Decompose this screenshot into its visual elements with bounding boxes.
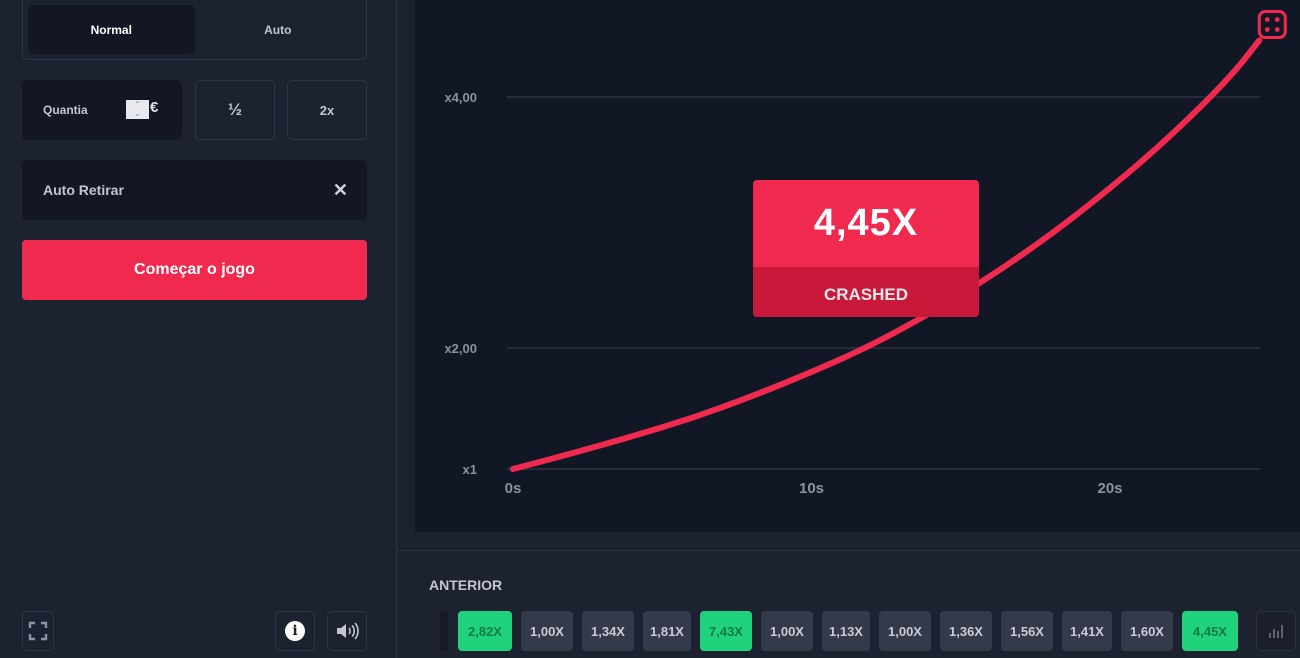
amount-field: Quantia ⌃ ⌄ € <box>22 80 182 140</box>
history-chip[interactable]: 1,56X <box>1001 611 1053 651</box>
half-amount-button[interactable]: ½ <box>195 80 275 140</box>
history-scroll-edge[interactable] <box>440 611 448 651</box>
history-chip[interactable]: 1,00X <box>521 611 573 651</box>
history-chip[interactable]: 2,82X <box>458 611 512 651</box>
history-chip[interactable]: 7,43X <box>700 611 752 651</box>
marker-dot <box>1264 27 1270 32</box>
marker-dot <box>1274 27 1280 32</box>
amount-label: Quantia <box>43 103 88 117</box>
y-tick-label: x2,00 <box>444 341 477 356</box>
double-amount-button[interactable]: 2x <box>287 80 367 140</box>
x-tick-label: 20s <box>1097 480 1122 497</box>
history-chip[interactable]: 1,34X <box>582 611 634 651</box>
history-chip[interactable]: 1,36X <box>940 611 992 651</box>
rocket-marker-icon <box>1257 10 1287 40</box>
bet-panel: Normal Auto Quantia ⌃ ⌄ € ½ 2x Auto Retir… <box>0 0 397 658</box>
history-chip[interactable]: 4,45X <box>1182 611 1238 651</box>
amount-input[interactable] <box>126 100 149 119</box>
marker-dot <box>1264 17 1270 22</box>
tab-normal[interactable]: Normal <box>28 5 195 54</box>
sound-button[interactable] <box>327 611 367 651</box>
fullscreen-icon <box>28 621 48 641</box>
bar-chart-icon <box>1269 633 1271 638</box>
history-list: 2,82X 1,00X 1,34X 1,81X 7,43X 1,00X 1,13X 1,00X… <box>458 611 1238 651</box>
stats-button[interactable] <box>1256 611 1296 651</box>
history-title: ANTERIOR <box>429 577 503 593</box>
close-icon[interactable]: ✕ <box>333 180 348 201</box>
bar-chart-icon-bar <box>1273 629 1275 638</box>
x-tick-label: 0s <box>505 480 522 497</box>
history-chip[interactable]: 1,00X <box>761 611 813 651</box>
y-tick-label: x4,00 <box>444 90 477 105</box>
history-chip[interactable]: 1,00X <box>879 611 931 651</box>
history-chip[interactable]: 1,13X <box>822 611 870 651</box>
auto-cashout-label: Auto Retirar <box>43 182 124 198</box>
bar-chart-icon-bar <box>1277 631 1279 638</box>
auto-cashout-field[interactable]: Auto Retirar ✕ <box>22 160 367 220</box>
y-tick-label: x1 <box>463 462 477 477</box>
mode-toggle: Normal Auto <box>22 0 367 60</box>
tab-auto[interactable]: Auto <box>195 5 362 54</box>
info-button[interactable]: i <box>275 611 315 651</box>
history-chip[interactable]: 1,81X <box>643 611 691 651</box>
bar-chart-icon-bar <box>1281 625 1283 638</box>
speaker-icon <box>337 622 359 640</box>
x-tick-label: 10s <box>799 480 824 497</box>
history-chip[interactable]: 1,60X <box>1121 611 1173 651</box>
info-icon: i <box>285 621 305 641</box>
divider <box>397 550 1300 551</box>
fullscreen-button[interactable] <box>22 611 54 651</box>
start-game-button[interactable]: Começar o jogo <box>22 240 367 300</box>
crash-multiplier: 4,45X <box>753 180 979 267</box>
crash-status: CRASHED <box>753 267 979 317</box>
currency-symbol: € <box>150 99 159 116</box>
history-chip[interactable]: 1,41X <box>1062 611 1112 651</box>
marker-dot <box>1274 17 1280 22</box>
marker-frame <box>1257 10 1287 40</box>
crash-result-card: 4,45X CRASHED <box>753 180 979 317</box>
